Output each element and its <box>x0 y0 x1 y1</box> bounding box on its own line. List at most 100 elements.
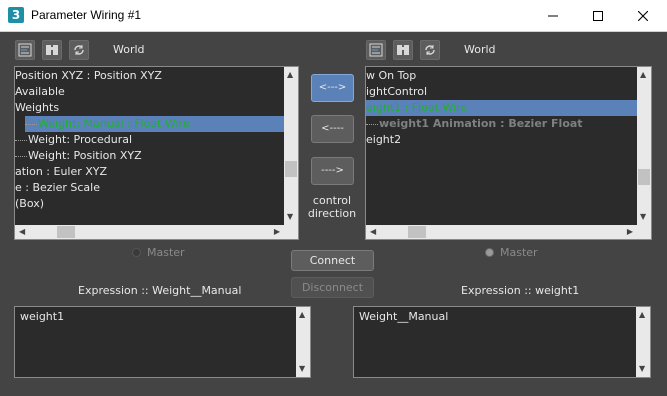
bidirectional-button[interactable]: <---> <box>311 74 354 102</box>
find-icon <box>397 45 409 55</box>
tree-row[interactable]: Weight: Manual : Float Wire <box>25 116 284 132</box>
scroll-right-icon[interactable]: ▶ <box>274 228 280 236</box>
window-title: Parameter Wiring #1 <box>31 8 142 22</box>
minimize-button[interactable] <box>530 0 576 31</box>
tree-row-label: Weights <box>15 101 60 114</box>
tree-row-label: (Box) <box>15 197 45 210</box>
scroll-up-icon[interactable]: ▲ <box>639 311 645 319</box>
tree-row-label: w On Top <box>366 69 417 82</box>
right-direction-button[interactable]: ----> <box>311 157 354 185</box>
left-tree-rows: Position XYZ : Position XYZ Available Weig… <box>15 67 284 225</box>
left-expression-text[interactable]: weight1 <box>20 310 64 323</box>
left-world-label: World <box>113 43 145 56</box>
scroll-left-icon[interactable]: ◀ <box>19 228 25 236</box>
maximize-button[interactable] <box>575 0 621 31</box>
tree-row-label: Weight: Procedural <box>28 133 133 146</box>
left-expression-scrollbar[interactable]: ▲ ▼ <box>296 307 310 377</box>
tree-row-label: weight1 Animation : Bezier Float <box>379 117 583 130</box>
left-expression-textarea[interactable]: weight1 ▲ ▼ <box>14 306 311 378</box>
title-bar: 3 Parameter Wiring #1 <box>0 0 667 32</box>
right-tree-rows: w On Top ightControl eight1 : Float Wire we… <box>366 67 637 225</box>
tree-row[interactable]: Weight: Procedural <box>15 132 284 148</box>
right-master-radio-dot[interactable] <box>485 248 494 257</box>
tree-row[interactable]: w On Top <box>366 68 637 84</box>
scroll-down-icon[interactable]: ▼ <box>299 365 305 373</box>
tree-connector <box>25 123 37 125</box>
right-horizontal-scrollbar[interactable]: ◀ ▶ <box>366 225 637 239</box>
control-direction-line-2: direction <box>307 207 357 220</box>
tree-row-label: Position XYZ : Position XYZ <box>15 69 162 82</box>
close-icon <box>638 10 648 21</box>
tree-row-label: Weight: Manual : Float Wire <box>38 117 190 130</box>
tree-row[interactable]: Position XYZ : Position XYZ <box>15 68 284 84</box>
refresh-icon <box>425 45 435 55</box>
tree-row[interactable]: (Box) <box>15 196 284 212</box>
right-refresh-button[interactable] <box>420 40 440 60</box>
left-find-button[interactable] <box>42 40 62 60</box>
right-tree-view[interactable]: w On Top ightControl eight1 : Float Wire we… <box>365 66 652 240</box>
left-expression-label: Expression :: Weight__Manual <box>78 284 242 297</box>
tree-row[interactable]: eight1 : Float Wire <box>366 100 637 116</box>
scroll-right-icon[interactable]: ▶ <box>627 228 633 236</box>
right-find-button[interactable] <box>393 40 413 60</box>
tree-row[interactable]: eight2 <box>366 132 637 148</box>
tree-row-label: eight2 <box>366 133 402 146</box>
scroll-corner <box>284 225 298 239</box>
tree-row-label: ightControl <box>366 85 428 98</box>
minimize-icon <box>548 15 558 16</box>
tree-row-label: eight1 : Float Wire <box>366 101 468 114</box>
right-world-label: World <box>464 43 496 56</box>
tree-row[interactable]: e : Bezier Scale <box>15 180 284 196</box>
left-horizontal-thumb[interactable] <box>57 226 75 238</box>
tree-row[interactable]: Weights <box>15 100 284 116</box>
track-view-icon <box>18 43 32 57</box>
right-master-radio[interactable]: Master <box>485 246 538 259</box>
scroll-up-icon[interactable]: ▲ <box>299 311 305 319</box>
right-vertical-scrollbar[interactable]: ▲ ▼ <box>637 67 651 225</box>
tree-row[interactable]: weight1 Animation : Bezier Float <box>366 116 637 132</box>
tree-row-label: Weight: Position XYZ <box>28 149 142 162</box>
right-expression-text[interactable]: Weight__Manual <box>359 310 448 323</box>
left-vertical-scrollbar[interactable]: ▲ ▼ <box>284 67 298 225</box>
right-master-label: Master <box>500 246 538 259</box>
tree-row[interactable]: ation : Euler XYZ <box>15 164 284 180</box>
scroll-corner <box>637 225 651 239</box>
scroll-down-icon[interactable]: ▼ <box>640 213 646 221</box>
refresh-icon <box>74 45 84 55</box>
disconnect-button[interactable]: Disconnect <box>291 277 374 298</box>
connect-button[interactable]: Connect <box>291 250 374 271</box>
scroll-down-icon[interactable]: ▼ <box>287 213 293 221</box>
tree-connector <box>366 123 378 125</box>
right-track-view-button[interactable] <box>366 40 386 60</box>
tree-row-label: ation : Euler XYZ <box>15 165 108 178</box>
app-icon: 3 <box>8 7 24 23</box>
tree-row[interactable]: Weight: Position XYZ <box>15 148 284 164</box>
tree-row[interactable]: Available <box>15 84 284 100</box>
tree-row[interactable]: ightControl <box>366 84 637 100</box>
right-expression-textarea[interactable]: Weight__Manual ▲ ▼ <box>353 306 651 378</box>
control-direction-label: control direction <box>300 194 364 220</box>
close-button[interactable] <box>620 0 666 31</box>
left-refresh-button[interactable] <box>69 40 89 60</box>
right-vertical-thumb[interactable] <box>638 169 650 185</box>
right-expression-scrollbar[interactable]: ▲ ▼ <box>636 307 650 377</box>
scroll-up-icon[interactable]: ▲ <box>640 71 646 79</box>
left-master-radio-dot[interactable] <box>132 248 141 257</box>
tree-row-label: Available <box>15 85 65 98</box>
left-tree-view[interactable]: Position XYZ : Position XYZ Available Weig… <box>14 66 299 240</box>
left-track-view-button[interactable] <box>15 40 35 60</box>
tree-connector <box>15 155 27 157</box>
left-master-label: Master <box>147 246 185 259</box>
left-direction-button[interactable]: <---- <box>311 115 354 143</box>
right-expression-label: Expression :: weight1 <box>461 284 580 297</box>
right-horizontal-thumb[interactable] <box>408 226 426 238</box>
left-horizontal-scrollbar[interactable]: ◀ ▶ <box>15 225 284 239</box>
find-icon <box>46 45 58 55</box>
left-master-radio[interactable]: Master <box>132 246 185 259</box>
maximize-icon <box>593 10 603 21</box>
scroll-up-icon[interactable]: ▲ <box>287 71 293 79</box>
scroll-down-icon[interactable]: ▼ <box>639 365 645 373</box>
left-vertical-thumb[interactable] <box>285 161 297 177</box>
tree-row-label: e : Bezier Scale <box>15 181 100 194</box>
scroll-left-icon[interactable]: ◀ <box>370 228 376 236</box>
